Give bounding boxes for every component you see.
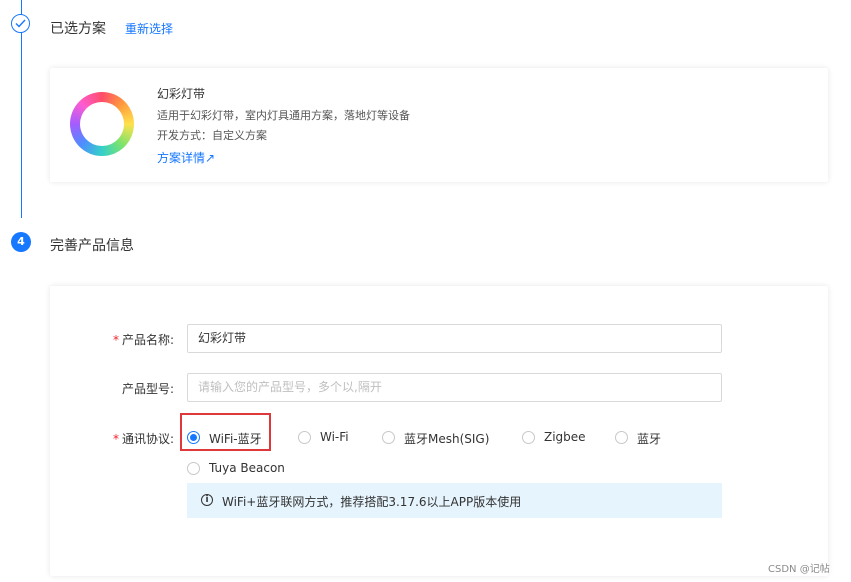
plan-description: 适用于幻彩灯带，室内灯具通用方案，落地灯等设备: [157, 109, 410, 122]
radio-unchecked-icon: [187, 462, 200, 475]
protocol-radio-label: 蓝牙Mesh(SIG): [404, 432, 490, 446]
radio-unchecked-icon: [382, 431, 395, 444]
product-info-title: 完善产品信息: [50, 238, 134, 254]
selected-plan-card: 幻彩灯带 适用于幻彩灯带，室内灯具通用方案，落地灯等设备 开发方式：自定义方案 …: [50, 68, 828, 182]
radio-unchecked-icon: [615, 431, 628, 444]
required-mark: *: [112, 432, 119, 446]
protocol-info-alert: i WiFi+蓝牙联网方式，推荐搭配3.17.6以上APP版本使用: [187, 483, 722, 518]
radio-unchecked-icon: [298, 431, 311, 444]
protocol-radio-label: 蓝牙: [637, 432, 662, 446]
step-number-badge: 4: [11, 232, 31, 252]
protocol-info-text: WiFi+蓝牙联网方式，推荐搭配3.17.6以上APP版本使用: [222, 495, 522, 509]
selected-plan-title: 已选方案: [50, 21, 106, 37]
product-model-label: 产品型号:: [121, 382, 174, 396]
watermark: CSDN @记帖: [768, 564, 830, 575]
plan-name: 幻彩灯带: [157, 87, 206, 101]
protocol-radio-label: Zigbee: [544, 430, 586, 444]
rainbow-light-strip-icon: [70, 92, 134, 156]
required-mark: *: [112, 333, 119, 347]
product-name-label: * 产品名称:: [84, 331, 174, 348]
protocol-label-text: 通讯协议:: [121, 432, 174, 446]
protocol-label: * 通讯协议:: [84, 430, 174, 447]
reselect-link[interactable]: 重新选择: [125, 20, 173, 37]
plan-detail-link[interactable]: 方案详情↗: [157, 149, 215, 166]
protocol-radio-label: Tuya Beacon: [209, 461, 285, 475]
plan-dev-mode: 开发方式：自定义方案: [157, 129, 267, 142]
radio-unchecked-icon: [522, 431, 535, 444]
product-name-input[interactable]: 幻彩灯带: [187, 324, 722, 353]
step-completed-check-icon: [11, 14, 30, 33]
product-name-label-text: 产品名称:: [121, 333, 174, 347]
protocol-radio-label: Wi-Fi: [320, 430, 349, 444]
selected-protocol-highlight: [180, 413, 271, 451]
info-icon: i: [201, 494, 213, 506]
product-model-input[interactable]: 请输入您的产品型号，多个以,隔开: [187, 373, 722, 402]
